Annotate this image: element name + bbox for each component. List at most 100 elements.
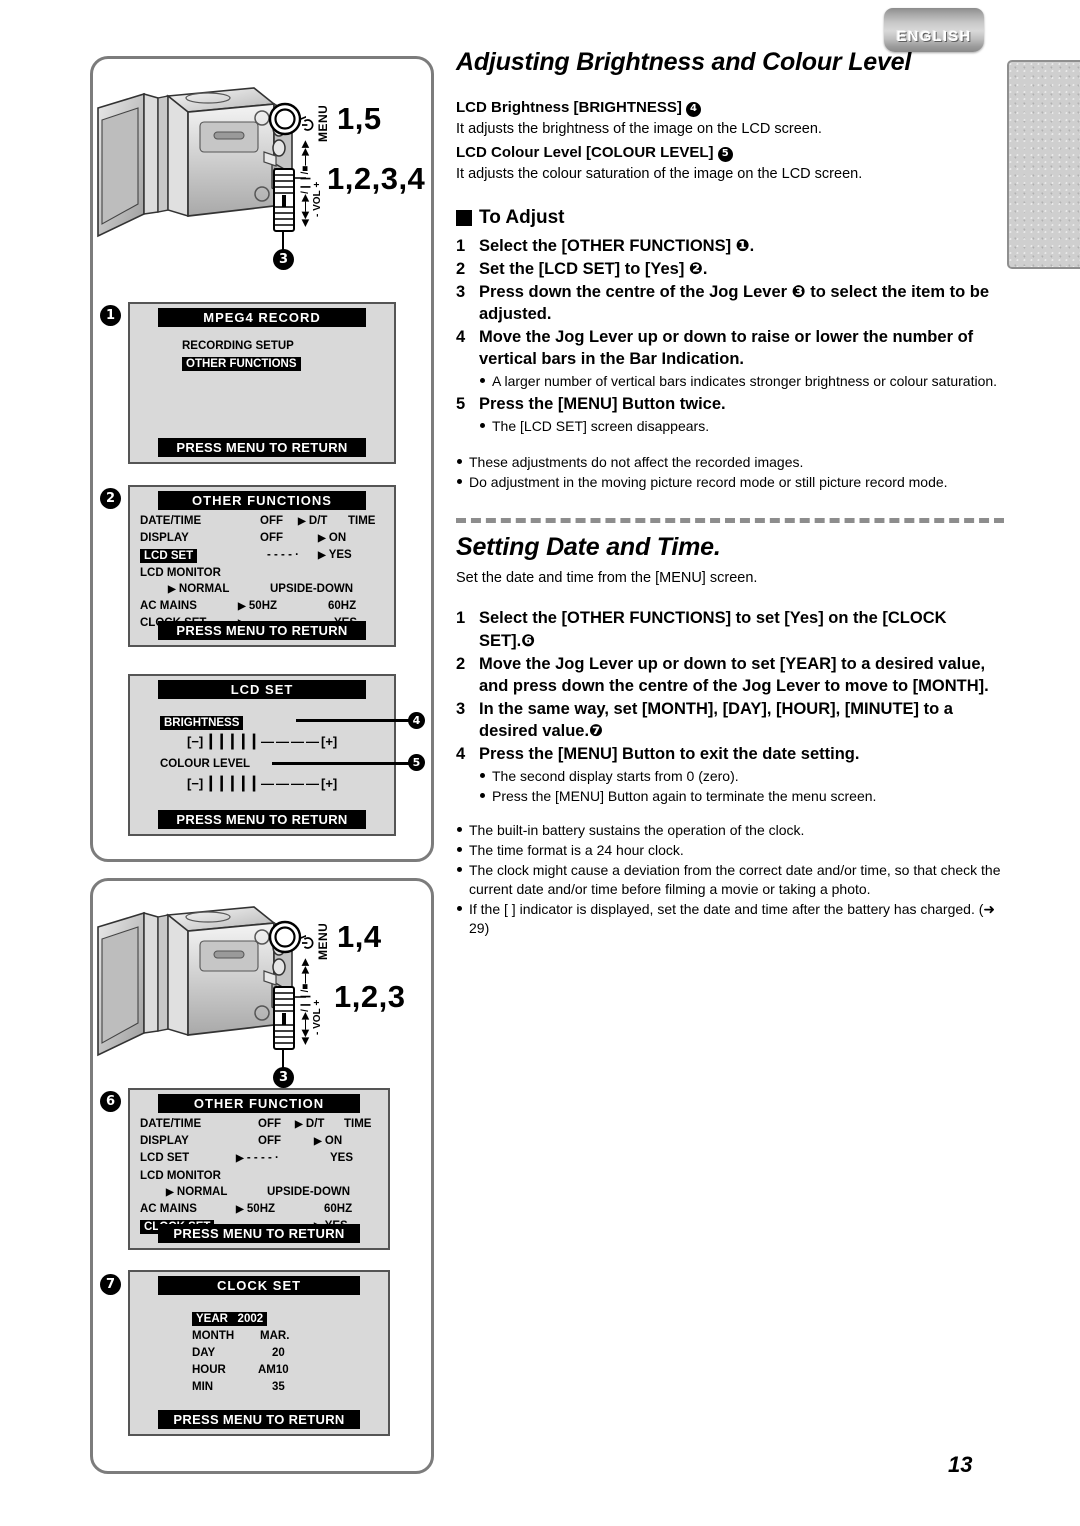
lcd-row-other-functions: OTHER FUNCTIONS [182, 357, 301, 371]
vol-control-labels-bottom: ◀◀—▶/❙❙/■—▶▶ - VOL + [300, 958, 323, 1045]
menu-step-numbers-bottom: 1,4 [337, 919, 382, 954]
callout-4-leader [296, 719, 412, 722]
marker-5: 5 [717, 146, 733, 162]
note-item: Do adjustment in the moving picture reco… [456, 473, 1004, 492]
lcd-bar-indication-colour-level: [−] ┃┃┃┃┃————[+] [187, 776, 338, 791]
vol-plus-top: + [312, 181, 323, 188]
lcd-menu-row: ▶ NORMAL [166, 1186, 228, 1198]
lcd-bar-label-colour-level: COLOUR LEVEL [160, 758, 251, 770]
lcd-screen-other-function: OTHER FUNCTION DATE/TIME OFF ▶ D/T TIME … [128, 1088, 390, 1250]
lcd-row-recording-setup: RECORDING SETUP [182, 340, 294, 352]
clock-row-min: MIN [192, 1381, 214, 1393]
lcd-footer: PRESS MENU TO RETURN [158, 810, 366, 829]
marker-4: 4 [686, 101, 702, 117]
clock-section-lead: Set the date and time from the [MENU] sc… [456, 570, 758, 587]
brightness-heading: LCD Brightness [BRIGHTNESS] 4 [456, 97, 1004, 119]
colour-level-heading: LCD Colour Level [COLOUR LEVEL] 5 [456, 142, 1004, 164]
note-item: Press the [MENU] Button again to termina… [479, 787, 876, 806]
vol-label-bottom: VOL [312, 1008, 323, 1029]
jog-lever-icon-top [271, 167, 297, 238]
black-square-bullet-icon [456, 209, 472, 226]
lcd-title: OTHER FUNCTIONS [158, 491, 366, 510]
jog-step-numbers-bottom: 1,2,3 [334, 979, 406, 1014]
clock-row-day: DAY [192, 1347, 216, 1359]
lcd-footer: PRESS MENU TO RETURN [158, 621, 366, 640]
step-item: 4 Move the Jog Lever up or down to raise… [456, 326, 1004, 392]
step-notes: The [LCD SET] screen disappears. [479, 417, 726, 436]
to-adjust-heading: To Adjust [456, 207, 1004, 229]
note-item: A larger number of vertical bars indicat… [479, 372, 1004, 391]
menu-button-icon-bottom [268, 920, 302, 959]
clock-footer-notes: The built-in battery sustains the operat… [456, 821, 1004, 938]
note-item: The [LCD SET] screen disappears. [479, 417, 726, 436]
lcd-footer: PRESS MENU TO RETURN [158, 1224, 360, 1243]
lcd-menu-row: DATE/TIME [140, 1118, 202, 1130]
menu-button-label-top: MENU [316, 104, 330, 142]
lcd-menu-row: LCD SET [140, 549, 198, 563]
step-notes: A larger number of vertical bars indicat… [479, 372, 1004, 391]
step-item: 3 In the same way, set [MONTH], [DAY], [… [456, 699, 953, 740]
step-item: 1 Select the [OTHER FUNCTIONS] ❶. [456, 236, 755, 255]
menu-step-numbers-top: 1,5 [337, 101, 382, 136]
lcd-menu-row: DATE/TIME [140, 515, 202, 527]
jog-lever-callout-bottom: 3 [273, 1067, 294, 1088]
lcd-footer: PRESS MENU TO RETURN [158, 1410, 360, 1429]
callout-4: 4 [408, 712, 425, 729]
adjust-steps-list: 1 Select the [OTHER FUNCTIONS] ❶. 2 Set … [456, 235, 1004, 438]
vol-minus-bottom: - [312, 1031, 323, 1035]
lcd-bar-indication-brightness: [−] ┃┃┃┃┃————[+] [187, 734, 338, 749]
note-item: The second display starts from 0 (zero). [479, 767, 876, 786]
note-item: These adjustments do not affect the reco… [456, 453, 1004, 472]
clock-row-month: MONTH [192, 1330, 235, 1342]
vol-control-labels-top: ◀◀—▶/❙❙/■—▶▶ - VOL + [300, 140, 323, 227]
vol-plus-bottom: + [312, 999, 323, 1006]
page-title: Adjusting Brightness and Colour Level [456, 48, 912, 76]
lcd-title: OTHER FUNCTION [158, 1094, 360, 1113]
colour-level-description: It adjusts the colour saturation of the … [456, 165, 863, 182]
lcd-screen-clock-set: CLOCK SET YEAR 2002 MONTH MAR. DAY 20 HO… [128, 1270, 390, 1436]
step-notes: The second display starts from 0 (zero).… [479, 767, 876, 806]
callout-6: 6 [100, 1091, 121, 1112]
clock-section-title: Setting Date and Time. [456, 533, 721, 562]
section-divider [456, 518, 1004, 524]
vol-minus-top: - [312, 213, 323, 217]
brightness-description: It adjusts the brightness of the image o… [456, 120, 822, 137]
lcd-title: LCD SET [158, 680, 366, 699]
jog-step-numbers-top: 1,2,3,4 [327, 161, 426, 196]
brightness-footer-notes: These adjustments do not affect the reco… [456, 453, 1004, 492]
jog-lever-icon-bottom [271, 985, 297, 1056]
jog-lever-callout-top: 3 [273, 249, 294, 270]
menu-button-icon-top [268, 102, 302, 141]
step-item: 5 Press the [MENU] Button twice. The [LC… [456, 393, 1004, 437]
lcd-screen-other-functions: OTHER FUNCTIONS DATE/TIME OFF ▶ D/T TIME… [128, 485, 396, 647]
main-content-column: Adjusting Brightness and Colour Level LC… [456, 48, 1004, 939]
step-item: 4 Press the [MENU] Button to exit the da… [456, 743, 1004, 807]
vol-label-top: VOL [312, 190, 323, 211]
callout-5-leader [272, 762, 412, 765]
lcd-screen-lcd-set: LCD SET BRIGHTNESS [−] ┃┃┃┃┃————[+] COLO… [128, 674, 396, 836]
power-icon-top [302, 118, 314, 137]
clock-row-year: YEAR 2002 [192, 1312, 268, 1326]
callout-1: 1 [100, 305, 121, 326]
lcd-footer: PRESS MENU TO RETURN [158, 438, 366, 457]
lcd-bar-label-brightness: BRIGHTNESS [160, 716, 244, 730]
lcd-menu-row: DISPLAY [140, 1135, 189, 1147]
lcd-menu-row: ▶ NORMAL [168, 583, 230, 595]
callout-2: 2 [100, 488, 121, 509]
step-item: 1 Select the [OTHER FUNCTIONS] to set [Y… [456, 609, 947, 650]
note-item: The time format is a 24 hour clock. [456, 841, 1004, 860]
clock-row-hour: HOUR [192, 1364, 226, 1376]
lcd-menu-row: LCD MONITOR [140, 1170, 221, 1182]
lcd-menu-row: LCD MONITOR [140, 567, 221, 579]
lcd-screen-mpeg4-record: MPEG4 RECORD RECORDING SETUP OTHER FUNCT… [128, 302, 396, 464]
lcd-title: MPEG4 RECORD [158, 308, 366, 327]
clock-steps-list: 1 Select the [OTHER FUNCTIONS] to set [Y… [456, 607, 1004, 807]
lcd-title: CLOCK SET [158, 1276, 360, 1295]
power-icon-bottom [302, 936, 314, 955]
callout-7: 7 [100, 1274, 121, 1295]
lcd-menu-row: LCD SET [140, 1152, 190, 1164]
language-tab: ENGLISH [884, 8, 984, 52]
note-item: The built-in battery sustains the operat… [456, 821, 1004, 840]
step-item: 3 Press down the centre of the Jog Lever… [456, 282, 990, 323]
step-item: 2 Move the Jog Lever up or down to set [… [456, 654, 989, 695]
